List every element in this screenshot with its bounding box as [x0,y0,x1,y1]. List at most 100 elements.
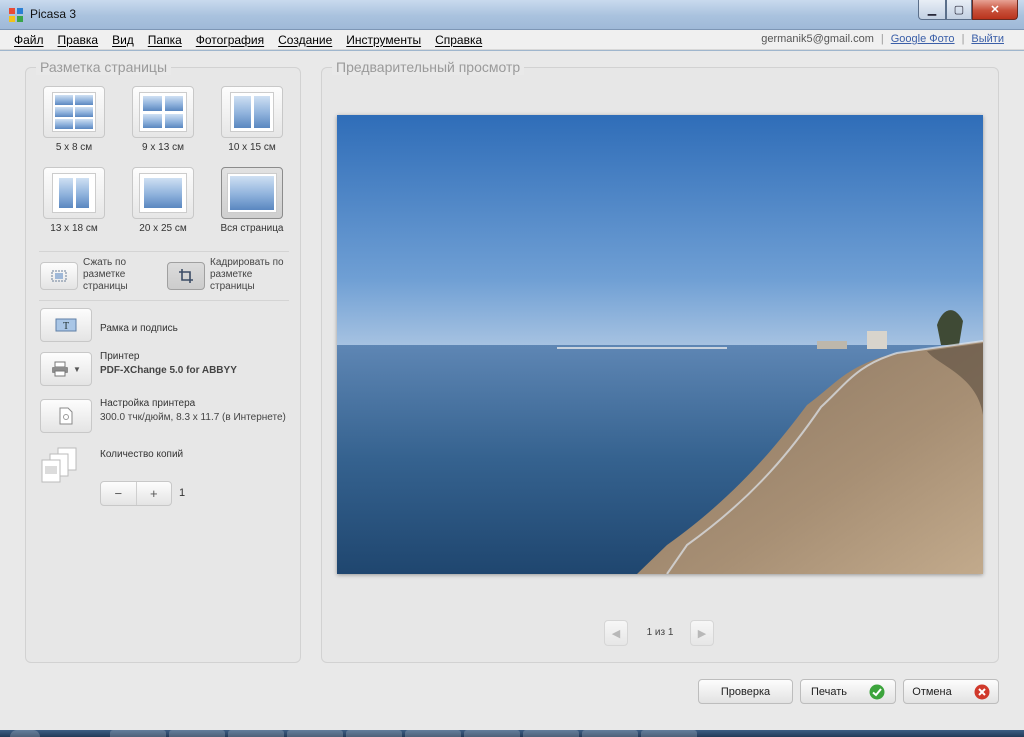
crop-to-fit-label: Кадрировать по разметке страницы [210,257,284,292]
menu-view[interactable]: Вид [112,33,134,47]
maximize-icon: ▢ [953,4,965,16]
taskbar-item[interactable] [523,730,579,737]
triangle-left-icon: ◀ [611,627,621,640]
print-button[interactable]: Печать [800,679,896,704]
cancel-x-icon [974,684,990,699]
preview-title: Предварительный просмотр [332,59,525,75]
taskbar-item[interactable] [169,730,225,737]
separator: | [961,33,965,45]
layout-9x13-icon [139,92,187,132]
layout-label: 9 x 13 см [142,142,184,153]
divider [39,300,289,301]
printer-settings-label: Настройка принтера [100,398,196,409]
preview-photo [337,115,983,574]
layout-label: Вся страница [220,223,284,234]
google-photo-link[interactable]: Google Фото [891,33,955,45]
menu-help[interactable]: Справка [435,33,482,47]
crop-to-fit-button[interactable] [167,262,205,290]
menu-picture[interactable]: Фотография [196,33,264,47]
cancel-button[interactable]: Отмена [903,679,999,704]
decrease-copies-button[interactable]: − [101,482,137,505]
close-icon: ✕ [990,4,1000,16]
layout-option-10x15[interactable]: 10 x 15 см [218,86,286,153]
separator: | [880,33,884,45]
copies-icon [41,447,77,483]
taskbar-item[interactable] [464,730,520,737]
windows-taskbar [0,730,1024,737]
layout-label: 10 x 15 см [228,142,276,153]
taskbar-item[interactable] [110,730,166,737]
taskbar-item[interactable] [582,730,638,737]
crop-icon [179,269,193,283]
increase-copies-button[interactable]: + [137,482,172,505]
taskbar-item[interactable] [346,730,402,737]
picasa-app-icon [9,8,23,22]
seaside-photo-image [337,115,983,574]
layout-option-13x18[interactable]: 13 x 18 см [40,167,108,234]
window-title: Picasa 3 [30,7,77,21]
shrink-to-fit-label: Сжать по разметке страницы [83,257,128,292]
printer-settings-button[interactable] [40,399,92,433]
chevron-down-icon: ▼ [73,364,81,374]
review-button-label: Проверка [720,685,771,698]
layout-13x18-icon [52,173,96,213]
page-navigator: ◀ 1 из 1 ▶ [604,620,716,646]
divider [39,251,289,252]
layout-20x25-button[interactable] [132,167,194,219]
layout-10x15-button[interactable] [221,86,283,138]
border-caption-button[interactable]: T [40,308,92,342]
layout-label: 20 x 25 см [139,223,187,234]
printer-select-button[interactable]: ▼ [40,352,92,386]
taskbar-item[interactable] [641,730,697,737]
layout-label: 13 x 18 см [50,223,98,234]
printer-label: Принтер [100,351,140,362]
layout-label: 5 x 8 см [55,142,93,153]
minimize-button[interactable]: ▁ [918,0,946,20]
next-page-button[interactable]: ▶ [690,620,714,646]
account-email: germanik5@gmail.com [761,33,874,45]
border-caption-label: Рамка и подпись [100,323,178,334]
layout-option-full-page[interactable]: Вся страница [218,167,286,234]
triangle-right-icon: ▶ [697,627,707,640]
minimize-icon: ▁ [927,4,937,16]
menu-folder[interactable]: Папка [148,33,182,47]
printer-settings-info: Настройка принтера 300.0 тчк/дюйм, 8.3 x… [100,397,286,425]
printer-info: Принтер PDF-XChange 5.0 for ABBYY [100,350,237,378]
taskbar-item[interactable] [228,730,284,737]
cancel-button-label: Отмена [912,685,952,698]
title-bar: Picasa 3 ▁ ▢ ✕ [0,0,1024,30]
maximize-button[interactable]: ▢ [946,0,972,20]
page-layout-panel: Разметка страницы 5 x 8 см 9 x 13 см 10 … [25,59,301,663]
menu-edit[interactable]: Правка [58,33,99,47]
layout-option-20x25[interactable]: 20 x 25 см [129,167,197,234]
shrink-to-fit-button[interactable] [40,262,78,290]
menu-tools[interactable]: Инструменты [346,33,421,47]
layout-option-5x8[interactable]: 5 x 8 см [40,86,108,153]
close-window-button[interactable]: ✕ [972,0,1018,20]
taskbar-item[interactable] [287,730,343,737]
printer-name: PDF-XChange 5.0 for ABBYY [100,365,237,376]
print-dialog: Разметка страницы 5 x 8 см 9 x 13 см 10 … [0,51,1024,730]
copies-label: Количество копий [100,449,184,460]
layout-option-9x13[interactable]: 9 x 13 см [129,86,197,153]
menu-file[interactable]: Файл [14,33,44,47]
text-frame-icon: T [55,318,77,332]
layout-10x15-icon [230,92,274,132]
previous-page-button[interactable]: ◀ [604,620,628,646]
layout-5x8-button[interactable] [43,86,105,138]
logout-link[interactable]: Выйти [971,33,1004,45]
review-button[interactable]: Проверка [698,679,793,704]
menu-create[interactable]: Создание [278,33,332,47]
account-area: germanik5@gmail.com | Google Фото | Выйт… [761,33,1004,45]
layout-13x18-button[interactable] [43,167,105,219]
copies-value: 1 [179,487,186,499]
document-settings-icon [59,407,73,425]
copies-stepper: − + [100,481,172,506]
layout-full-page-button[interactable] [221,167,283,219]
layout-9x13-button[interactable] [132,86,194,138]
svg-text:T: T [63,321,69,332]
preview-panel: Предварительный просмотр ◀ 1 из 1 ▶ [321,59,999,663]
shrink-to-fit-icon [51,270,67,282]
taskbar-item[interactable] [405,730,461,737]
taskbar-item[interactable] [10,730,40,737]
